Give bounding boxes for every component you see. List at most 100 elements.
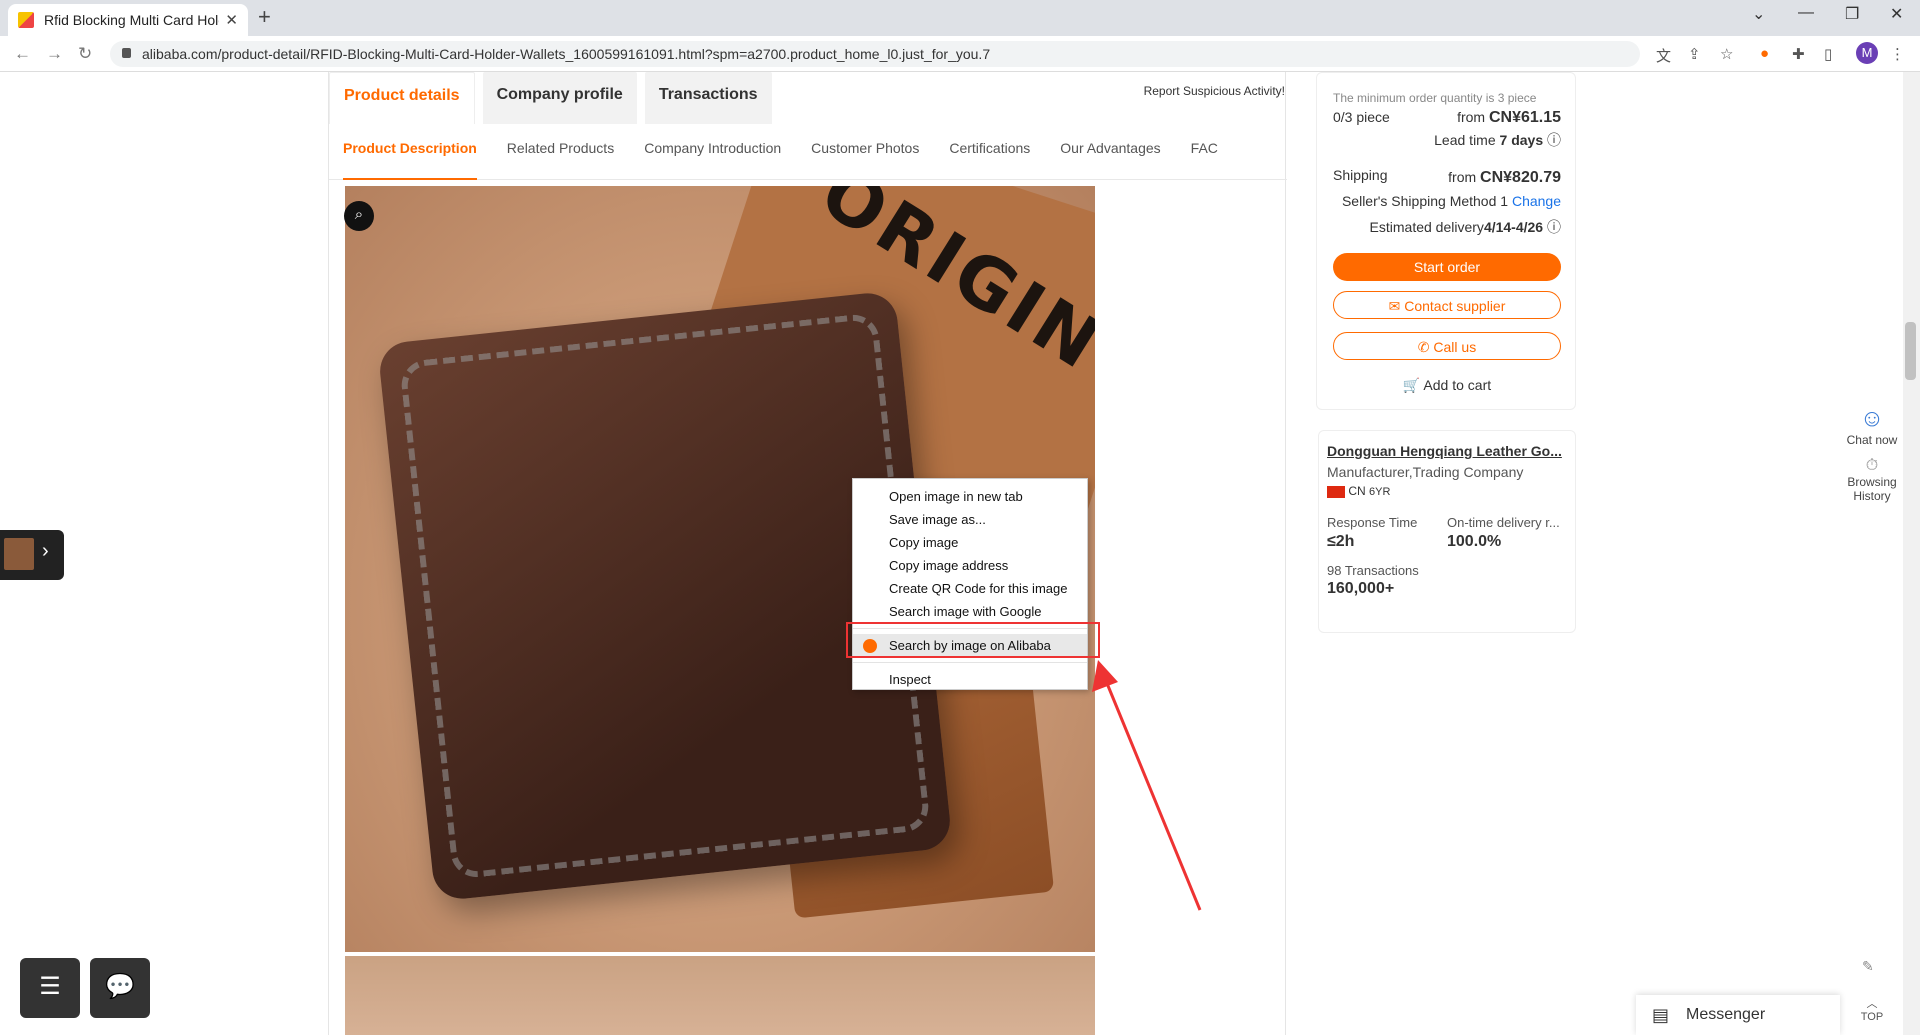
delivery-value: 4/14-4/26 [1483,219,1544,235]
supplier-type: Manufacturer,Trading Company [1327,464,1524,480]
china-flag-icon [1327,485,1345,498]
years-badge: 6YR [1369,486,1391,498]
country-code: CN [1348,484,1366,498]
supplier-name[interactable]: Dongguan Hengqiang Leather Go... [1327,443,1562,459]
start-order-button[interactable]: Start order [1333,253,1561,281]
contact-label: Contact supplier [1404,298,1506,314]
subtab-product-description[interactable]: Product Description [343,124,477,180]
call-us-button[interactable]: ✆ Call us [1333,332,1561,360]
highlight-box [846,622,1100,658]
menu-kebab-icon[interactable]: ⋮ [1890,45,1905,63]
cart-label: Add to cart [1423,377,1492,393]
address-bar-row: ← → ↻ alibaba.com/product-detail/RFID-Bl… [0,36,1920,72]
tab-search-icon[interactable]: ⌄ [1752,4,1765,24]
forward-icon[interactable]: → [46,44,63,64]
browser-tabbar: Rfid Blocking Multi Card Holde ✕ + ⌄ — ❐… [0,0,1920,36]
scrollbar-track[interactable] [1903,72,1920,1035]
report-link[interactable]: Report Suspicious Activity! [1144,84,1285,98]
menu-save-image[interactable]: Save image as... [853,508,1087,531]
profile-avatar[interactable]: M [1856,42,1878,64]
messenger-bar[interactable]: ▤ Messenger [1636,995,1840,1035]
subtab-customer-photos[interactable]: Customer Photos [811,124,919,180]
price-prefix: from [1457,109,1486,125]
image-zoom-icon[interactable]: ⌕ [344,201,374,231]
chat-float-button[interactable]: 💬 [90,958,150,1018]
side-panel-icon[interactable]: ▯ [1824,45,1832,63]
subtab-certifications[interactable]: Certifications [949,124,1030,180]
tab-product-details[interactable]: Product details [329,72,475,124]
supplier-card: Dongguan Hengqiang Leather Go... Manufac… [1318,430,1576,633]
right-rail: ☺ Chat now ⏱ Browsing History [1844,405,1900,503]
add-to-cart-link[interactable]: 🛒 Add to cart [1317,377,1577,394]
translate-icon[interactable]: 文 [1656,45,1671,66]
floating-thumbnail[interactable]: › [0,530,64,580]
messenger-icon: ▤ [1652,1005,1670,1025]
menu-create-qr-code[interactable]: Create QR Code for this image [853,577,1087,600]
subtab-company-introduction[interactable]: Company Introduction [644,124,781,180]
contact-supplier-button[interactable]: ✉ Contact supplier [1333,291,1561,319]
minimize-icon[interactable]: — [1798,4,1814,22]
reload-icon[interactable]: ↻ [78,44,92,64]
unit-price: CN¥61.15 [1488,109,1561,126]
transactions-label: 98 Transactions [1327,563,1419,578]
change-link[interactable]: Change [1512,193,1561,209]
messenger-label: Messenger [1686,1006,1766,1023]
menu-copy-image[interactable]: Copy image [853,531,1087,554]
quantity-text: 0/3 piece [1333,109,1390,125]
alibaba-extension-icon[interactable]: ● [1760,45,1769,62]
menu-search-google[interactable]: Search image with Google [853,600,1087,623]
close-window-icon[interactable]: ✕ [1890,4,1903,24]
new-tab-icon[interactable]: + [258,4,271,30]
share-icon[interactable]: ⇪ [1688,45,1701,63]
scrollbar-thumb[interactable] [1905,322,1916,380]
tab-company-profile[interactable]: Company profile [482,72,637,124]
min-order-text: The minimum order quantity is 3 piece [1333,91,1537,105]
menu-inspect[interactable]: Inspect [853,668,1087,691]
history-icon[interactable]: ⏱ [1844,457,1900,475]
subtab-our-advantages[interactable]: Our Advantages [1060,124,1160,180]
chat-now-icon[interactable]: ☺ [1844,405,1900,433]
restore-icon[interactable]: ❐ [1845,4,1859,24]
subtab-faq[interactable]: FAC [1191,124,1218,180]
product-tabs: Product details Company profile Transact… [329,72,780,124]
description-subtabs: Product Description Related Products Com… [329,124,1287,180]
response-label: Response Time [1327,515,1418,530]
arrow-head [1092,660,1118,692]
url-input[interactable]: alibaba.com/product-detail/RFID-Blocking… [110,41,1640,67]
menu-float-button[interactable]: ☰ [20,958,80,1018]
bookmark-star-icon[interactable]: ☆ [1720,45,1733,63]
context-menu: Open image in new tab Save image as... C… [852,478,1088,690]
subtab-related-products[interactable]: Related Products [507,124,614,180]
shipping-prefix: from [1448,169,1477,185]
extensions-puzzle-icon[interactable]: ✚ [1792,45,1805,63]
ontime-label: On-time delivery r... [1447,515,1560,530]
menu-separator [853,662,1087,663]
lock-icon[interactable] [122,48,131,58]
chat-now-label[interactable]: Chat now [1844,433,1900,447]
chevron-up-icon: ︿ [1866,998,1878,1010]
back-to-top-button[interactable]: ︿ TOP [1844,995,1900,1023]
alibaba-favicon-icon [18,12,34,28]
thumbnail-image [4,538,34,570]
back-icon[interactable]: ← [14,44,31,64]
menu-open-image-new-tab[interactable]: Open image in new tab [853,485,1087,508]
delivery-label: Estimated delivery [1369,219,1484,235]
info-icon[interactable]: ⓘ [1547,132,1561,148]
response-value: ≤2h [1327,533,1355,550]
shipping-method: Seller's Shipping Method 1 [1341,193,1509,209]
shipping-label: Shipping [1333,167,1388,183]
lead-time-value: 7 days [1499,132,1544,148]
menu-copy-image-address[interactable]: Copy image address [853,554,1087,577]
annotation-arrow [1092,660,1202,911]
lead-time-label: Lead time [1434,132,1496,148]
chevron-right-icon: › [42,540,49,562]
info-icon[interactable]: ⓘ [1547,219,1561,235]
feedback-icon[interactable]: ✎ [1862,958,1874,975]
arrow-line [1102,675,1202,911]
browser-tab[interactable]: Rfid Blocking Multi Card Holde ✕ [8,4,248,36]
call-label: Call us [1433,339,1477,355]
browsing-history-label[interactable]: Browsing History [1844,475,1900,503]
close-tab-icon[interactable]: ✕ [225,11,238,29]
tab-transactions[interactable]: Transactions [644,72,772,124]
product-image-second[interactable] [345,956,1095,1035]
